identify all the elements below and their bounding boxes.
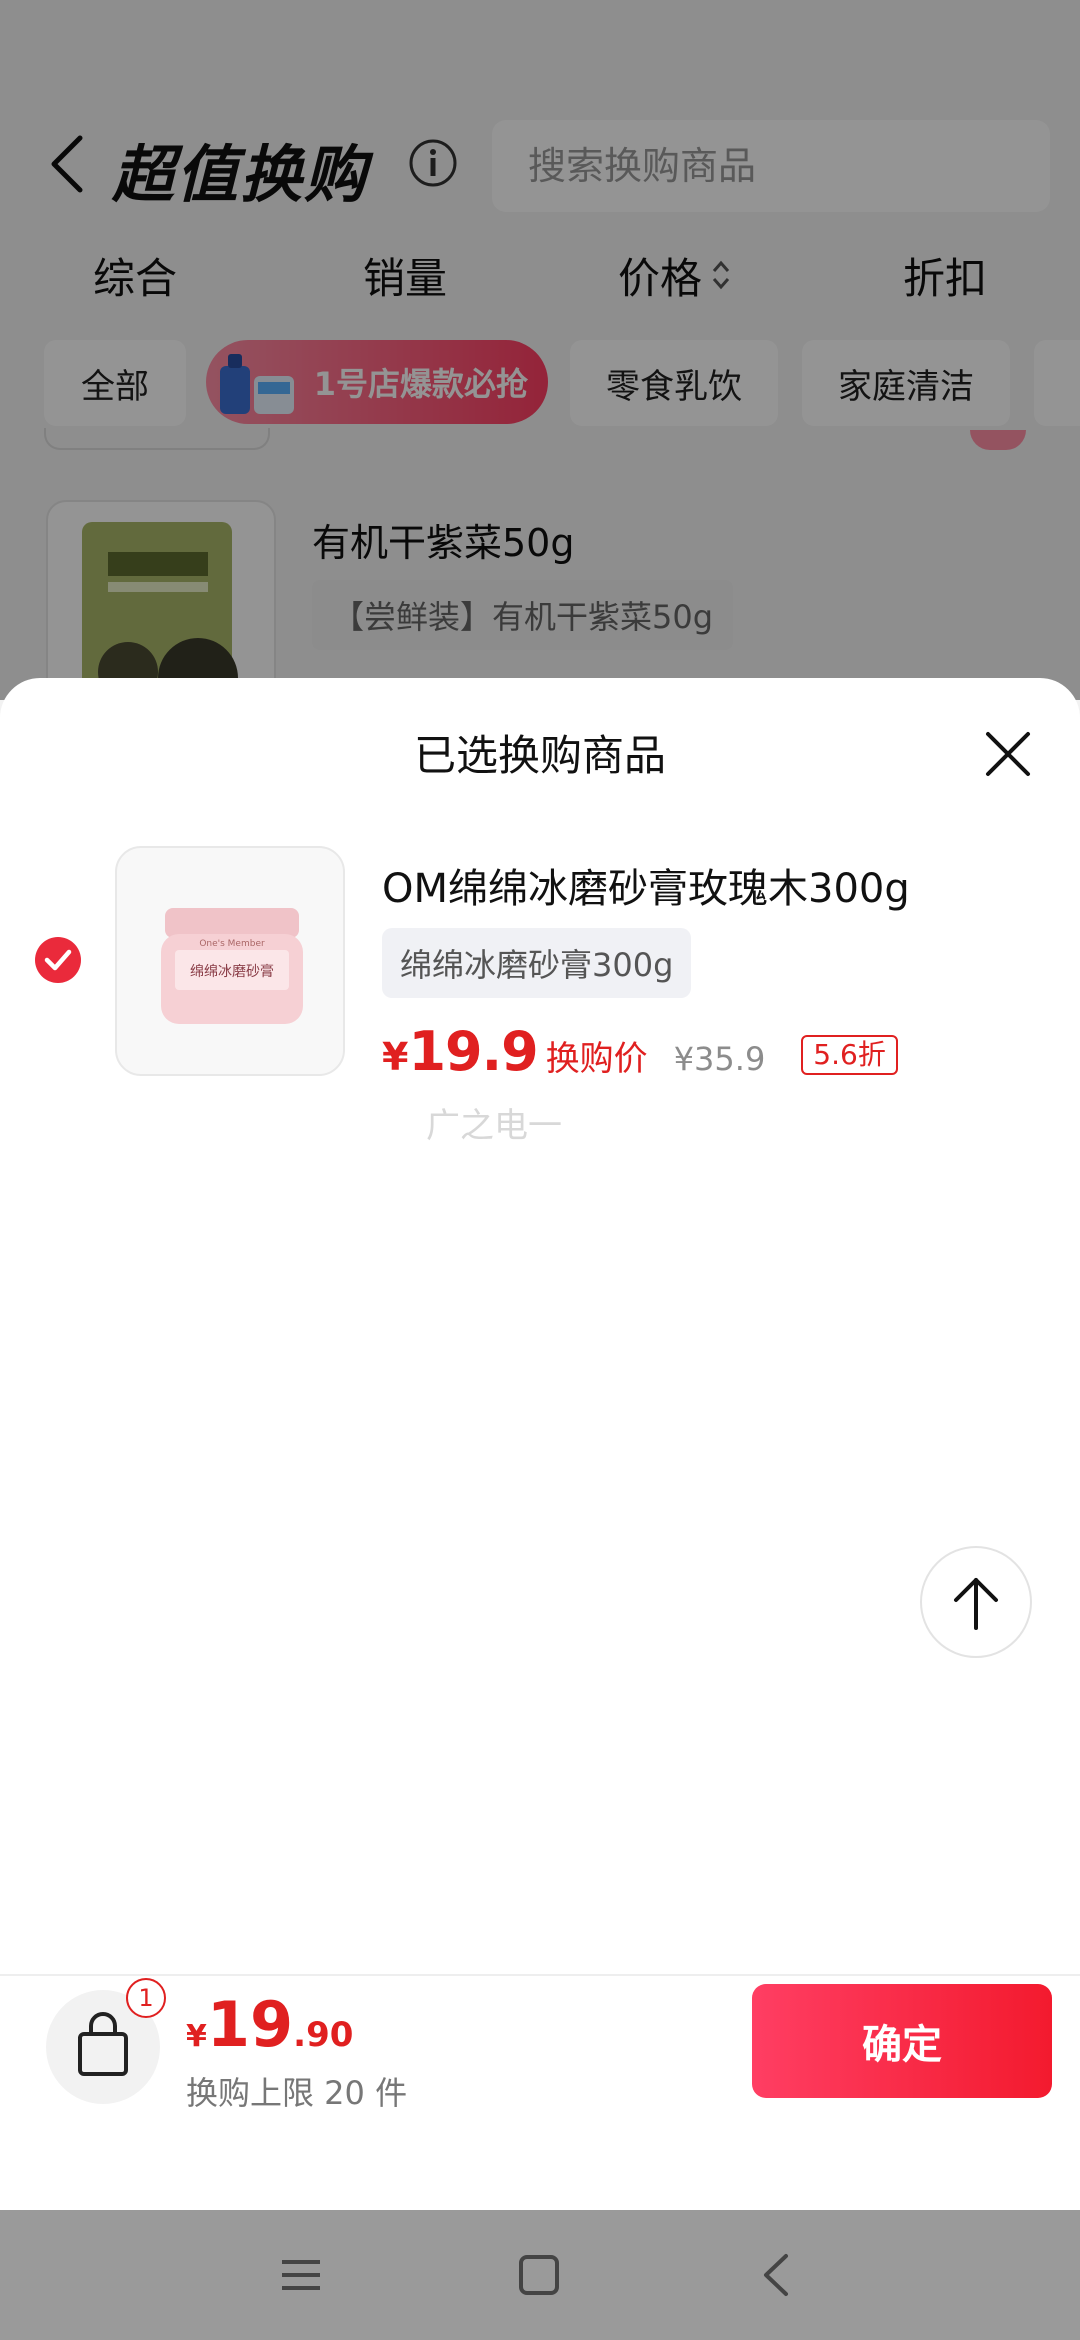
jar-brand: One's Member <box>199 939 265 949</box>
exchange-limit-text: 换购上限 20 件 <box>186 2074 408 2112</box>
dim-overlay[interactable] <box>0 0 1080 700</box>
menu-icon[interactable] <box>276 2250 326 2300</box>
arrow-up-icon <box>954 1578 998 1630</box>
price-line: ¥ 19.9 换购价 ¥35.9 5.6折 <box>382 1020 898 1090</box>
item-title: OM绵绵冰磨砂膏玫瑰木300g <box>382 866 910 912</box>
original-price: ¥35.9 <box>673 1040 766 1078</box>
watermark: 广之电一 <box>426 1106 562 1146</box>
item-image[interactable]: One's Member 绵绵冰磨砂膏 <box>115 846 345 1076</box>
jar-label: 绵绵冰磨砂膏 <box>190 963 274 980</box>
check-circle-icon[interactable] <box>34 936 82 984</box>
screen: 超值换购 综合 销量 价格 折扣 全部 <box>0 0 1080 2340</box>
exchange-price-label: 换购价 <box>545 1039 648 1079</box>
total-symbol: ¥ <box>186 2019 207 2054</box>
sheet-title: 已选换购商品 <box>413 731 666 780</box>
footer-divider <box>0 1974 1080 1976</box>
system-nav-bar <box>0 2210 1080 2340</box>
home-square-icon[interactable] <box>514 2250 564 2300</box>
exchange-price: 19.9 <box>408 1020 538 1083</box>
price-symbol: ¥ <box>382 1035 409 1079</box>
selected-items-sheet: 已选换购商品 One's Member 绵绵冰磨砂膏 OM绵绵冰磨砂膏玫瑰木30… <box>0 678 1080 2210</box>
confirm-button[interactable]: 确定 <box>752 1984 1052 2098</box>
back-to-top-button[interactable] <box>920 1546 1032 1658</box>
close-icon[interactable] <box>980 726 1036 782</box>
cart-count-badge: 1 <box>126 1978 166 2018</box>
total-decimal: .90 <box>293 2015 354 2055</box>
total-price: ¥ 19 .90 <box>186 1988 353 2061</box>
discount-badge: 5.6折 <box>801 1035 898 1075</box>
item-spec: 绵绵冰磨砂膏300g <box>382 928 692 998</box>
nav-back-icon[interactable] <box>752 2250 802 2300</box>
total-integer: 19 <box>206 1988 294 2061</box>
